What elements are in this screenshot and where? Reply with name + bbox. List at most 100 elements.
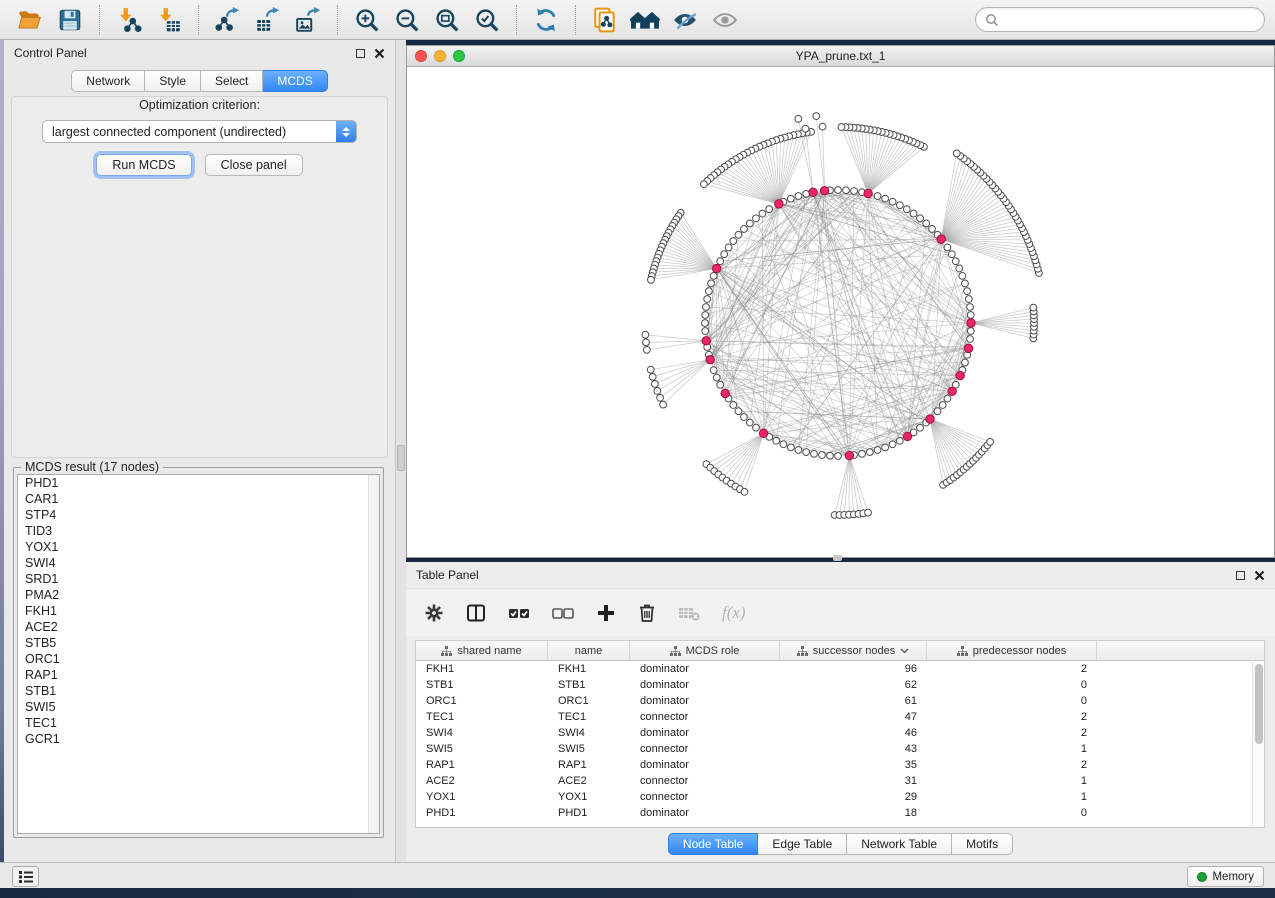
- table-cell[interactable]: 61: [780, 693, 927, 709]
- graph-leaf-node[interactable]: [953, 150, 960, 157]
- graph-hub-node[interactable]: [706, 355, 714, 363]
- graph-node[interactable]: [780, 441, 787, 448]
- graph-leaf-node[interactable]: [642, 331, 649, 338]
- column-header-shared-name[interactable]: shared name: [416, 641, 548, 660]
- graph-node[interactable]: [717, 381, 724, 388]
- graph-node[interactable]: [735, 231, 742, 238]
- graph-hub-node[interactable]: [845, 451, 853, 459]
- optimization-criterion-select[interactable]: largest connected component (undirected): [42, 120, 357, 143]
- tab-mcds[interactable]: MCDS: [263, 70, 327, 92]
- graph-node[interactable]: [964, 288, 971, 295]
- graph-node[interactable]: [962, 359, 969, 366]
- graph-node[interactable]: [896, 202, 903, 209]
- table-cell[interactable]: ORC1: [548, 693, 630, 709]
- graph-hub-node[interactable]: [937, 235, 945, 243]
- graph-node[interactable]: [874, 193, 881, 200]
- mcds-list-scrollbar[interactable]: [368, 475, 379, 833]
- tab-select[interactable]: Select: [201, 70, 263, 92]
- graph-leaf-node[interactable]: [795, 115, 802, 122]
- zoom-in-button[interactable]: [349, 4, 385, 36]
- graph-node[interactable]: [835, 453, 842, 460]
- table-cell[interactable]: 35: [780, 757, 927, 773]
- table-cell[interactable]: 1: [927, 773, 1097, 789]
- graph-node[interactable]: [710, 272, 717, 279]
- graph-hub-node[interactable]: [759, 429, 767, 437]
- graph-leaf-node[interactable]: [741, 488, 748, 495]
- table-cell[interactable]: SWI5: [416, 741, 548, 757]
- table-settings-button[interactable]: [424, 603, 444, 623]
- mcds-result-node[interactable]: STB1: [18, 683, 379, 699]
- table-cell[interactable]: 47: [780, 709, 927, 725]
- table-cell[interactable]: 2: [927, 757, 1097, 773]
- search-input[interactable]: [999, 13, 1255, 27]
- graph-leaf-node[interactable]: [651, 381, 658, 388]
- table-cell[interactable]: connector: [630, 773, 780, 789]
- table-cell[interactable]: 2: [927, 661, 1097, 677]
- graph-hub-node[interactable]: [809, 188, 817, 196]
- graph-leaf-node[interactable]: [813, 113, 820, 120]
- open-session-button[interactable]: [12, 4, 48, 36]
- graph-node[interactable]: [929, 226, 936, 233]
- graph-node[interactable]: [717, 258, 724, 265]
- hide-selected-button[interactable]: [667, 4, 703, 36]
- zoom-out-button[interactable]: [389, 4, 425, 36]
- table-row[interactable]: SWI5SWI5connector431: [416, 741, 1264, 757]
- function-builder-button[interactable]: f(x): [722, 603, 746, 623]
- table-cell[interactable]: 43: [780, 741, 927, 757]
- graph-node[interactable]: [759, 210, 766, 217]
- table-cell[interactable]: 1: [927, 789, 1097, 805]
- delete-table-button[interactable]: [678, 603, 700, 623]
- import-table-button[interactable]: [151, 4, 187, 36]
- table-cell[interactable]: 46: [780, 725, 927, 741]
- table-cell[interactable]: connector: [630, 741, 780, 757]
- vertical-splitter[interactable]: [396, 40, 406, 862]
- table-cell[interactable]: dominator: [630, 677, 780, 693]
- table-cell[interactable]: 0: [927, 677, 1097, 693]
- graph-node[interactable]: [730, 402, 737, 409]
- table-cell[interactable]: FKH1: [416, 661, 548, 677]
- table-cell[interactable]: TEC1: [548, 709, 630, 725]
- table-cell[interactable]: 1: [927, 741, 1097, 757]
- table-cell[interactable]: STB1: [416, 677, 548, 693]
- import-network-button[interactable]: [111, 4, 147, 36]
- graph-node[interactable]: [766, 206, 773, 213]
- first-neighbors-button[interactable]: [627, 4, 663, 36]
- table-cell[interactable]: TEC1: [416, 709, 548, 725]
- add-column-button[interactable]: [596, 603, 616, 623]
- table-cell[interactable]: 62: [780, 677, 927, 693]
- network-graph[interactable]: [407, 67, 1274, 557]
- float-panel-icon[interactable]: [356, 49, 365, 58]
- table-cell[interactable]: 29: [780, 789, 927, 805]
- splitter-grip[interactable]: [397, 445, 405, 471]
- tab-network[interactable]: Network: [71, 70, 145, 92]
- mcds-result-node[interactable]: SWI5: [18, 699, 379, 715]
- tab-motifs[interactable]: Motifs: [952, 833, 1013, 855]
- graph-leaf-node[interactable]: [647, 366, 654, 373]
- graph-hub-node[interactable]: [712, 264, 720, 272]
- graph-leaf-node[interactable]: [1030, 304, 1037, 311]
- graph-node[interactable]: [741, 226, 748, 233]
- graph-hub-node[interactable]: [956, 371, 964, 379]
- table-cell[interactable]: dominator: [630, 661, 780, 677]
- delete-column-button[interactable]: [638, 603, 656, 623]
- graph-hub-node[interactable]: [967, 319, 975, 327]
- graph-node[interactable]: [827, 452, 834, 459]
- maximize-window-icon[interactable]: [453, 50, 465, 62]
- mcds-result-node[interactable]: FKH1: [18, 603, 379, 619]
- table-cell[interactable]: RAP1: [416, 757, 548, 773]
- table-cell[interactable]: STB1: [548, 677, 630, 693]
- table-scrollbar[interactable]: [1252, 662, 1264, 827]
- table-cell[interactable]: ACE2: [548, 773, 630, 789]
- column-header-predecessor-nodes[interactable]: predecessor nodes: [927, 641, 1097, 660]
- float-panel-icon[interactable]: [1236, 571, 1245, 580]
- table-row[interactable]: RAP1RAP1dominator352: [416, 757, 1264, 773]
- graph-node[interactable]: [753, 215, 760, 222]
- graph-node[interactable]: [746, 419, 753, 426]
- graph-node[interactable]: [795, 193, 802, 200]
- graph-node[interactable]: [917, 424, 924, 431]
- graph-node[interactable]: [713, 374, 720, 381]
- graph-node[interactable]: [967, 328, 974, 335]
- table-cell[interactable]: 0: [927, 805, 1097, 821]
- close-window-icon[interactable]: [415, 50, 427, 62]
- graph-node[interactable]: [773, 437, 780, 444]
